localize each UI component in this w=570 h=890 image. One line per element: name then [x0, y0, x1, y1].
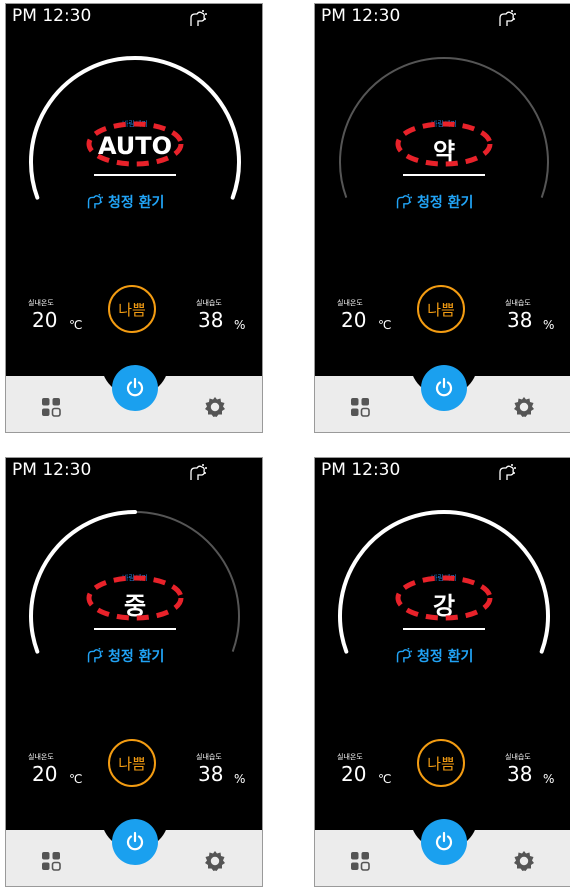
- vent-fan-icon: [396, 193, 413, 209]
- settings-gear-icon[interactable]: [203, 849, 227, 873]
- humidity-label: 실내습도: [196, 753, 222, 761]
- power-button[interactable]: [421, 819, 467, 865]
- settings-gear-icon[interactable]: [512, 849, 536, 873]
- humidity-unit: %: [543, 318, 555, 332]
- vent-fan-icon: [87, 647, 104, 663]
- temperature-label: 실내온도: [28, 299, 54, 307]
- air-quality-value: 나쁨: [427, 754, 455, 773]
- power-button[interactable]: [112, 819, 158, 865]
- clean-ventilation-mode[interactable]: 청정 환기: [393, 192, 473, 212]
- air-quality-badge: 나쁨: [108, 739, 156, 787]
- temperature-label: 실내온도: [337, 753, 363, 761]
- highlight-oval: [395, 121, 493, 167]
- humidity-label: 실내습도: [505, 753, 531, 761]
- mode-divider: [403, 628, 485, 630]
- vent-mode-label: 청정 환기: [417, 195, 474, 211]
- temperature-unit: ℃: [69, 318, 83, 332]
- humidity-label: 실내습도: [505, 299, 531, 307]
- mode-divider: [94, 628, 176, 630]
- temperature-label: 실내온도: [337, 299, 363, 307]
- vent-fan-icon: [87, 193, 104, 209]
- power-icon: [435, 831, 453, 851]
- temperature-value: 20: [32, 762, 58, 786]
- settings-gear-icon[interactable]: [512, 395, 536, 419]
- power-icon: [126, 377, 144, 397]
- air-quality-badge: 나쁨: [417, 285, 465, 333]
- temperature-unit: ℃: [378, 772, 392, 786]
- temperature-unit: ℃: [378, 318, 392, 332]
- temperature-value: 20: [341, 308, 367, 332]
- air-quality-value: 나쁨: [118, 754, 146, 773]
- humidity-value: 38: [507, 762, 533, 786]
- temperature-value: 20: [32, 308, 58, 332]
- screen-panel-medium: PM 12:30 바람세기 중 청정 환기 실내온도 20 ℃ 나쁨 실내습도 …: [5, 457, 263, 887]
- clean-ventilation-mode[interactable]: 청정 환기: [393, 646, 473, 666]
- humidity-unit: %: [234, 318, 246, 332]
- power-icon: [435, 377, 453, 397]
- highlight-oval: [86, 121, 184, 167]
- menu-grid-icon[interactable]: [350, 397, 370, 417]
- mode-divider: [403, 174, 485, 176]
- menu-grid-icon[interactable]: [41, 851, 61, 871]
- temperature-value: 20: [341, 762, 367, 786]
- humidity-unit: %: [234, 772, 246, 786]
- screen-panel-auto: PM 12:30 바람세기 AUTO 청정 환기 실내온도 20 ℃ 나쁨 실내…: [5, 3, 263, 433]
- menu-grid-icon[interactable]: [41, 397, 61, 417]
- temperature-label: 실내온도: [28, 753, 54, 761]
- settings-gear-icon[interactable]: [203, 395, 227, 419]
- screen-panel-high: PM 12:30 바람세기 강 청정 환기 실내온도 20 ℃ 나쁨 실내습도 …: [314, 457, 570, 887]
- vent-mode-label: 청정 환기: [108, 195, 165, 211]
- air-quality-value: 나쁨: [427, 300, 455, 319]
- highlight-oval: [395, 575, 493, 621]
- vent-fan-icon: [396, 647, 413, 663]
- humidity-label: 실내습도: [196, 299, 222, 307]
- menu-grid-icon[interactable]: [350, 851, 370, 871]
- temperature-unit: ℃: [69, 772, 83, 786]
- screen-panel-low: PM 12:30 바람세기 약 청정 환기 실내온도 20 ℃ 나쁨 실내습도 …: [314, 3, 570, 433]
- humidity-unit: %: [543, 772, 555, 786]
- highlight-oval: [86, 575, 184, 621]
- power-button[interactable]: [421, 365, 467, 411]
- mode-divider: [94, 174, 176, 176]
- vent-mode-label: 청정 환기: [417, 649, 474, 665]
- clean-ventilation-mode[interactable]: 청정 환기: [84, 646, 164, 666]
- vent-mode-label: 청정 환기: [108, 649, 165, 665]
- humidity-value: 38: [198, 308, 224, 332]
- clean-ventilation-mode[interactable]: 청정 환기: [84, 192, 164, 212]
- air-quality-badge: 나쁨: [108, 285, 156, 333]
- power-button[interactable]: [112, 365, 158, 411]
- power-icon: [126, 831, 144, 851]
- air-quality-value: 나쁨: [118, 300, 146, 319]
- air-quality-badge: 나쁨: [417, 739, 465, 787]
- humidity-value: 38: [507, 308, 533, 332]
- humidity-value: 38: [198, 762, 224, 786]
